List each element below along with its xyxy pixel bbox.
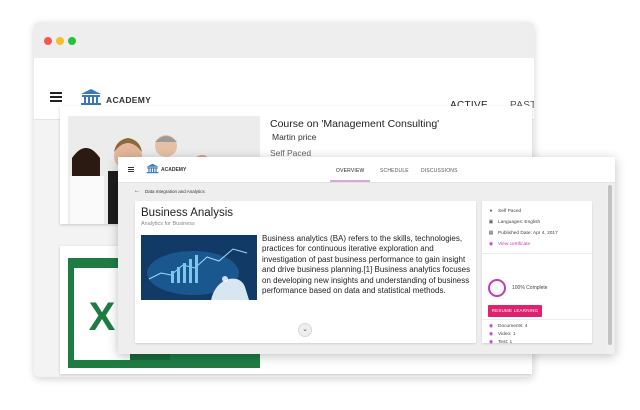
app-name: ACADEMY [161,167,187,173]
certificate-icon: ◉ [488,241,494,247]
test-icon: ◉ [488,339,494,345]
video-icon: ◉ [488,331,494,337]
window-titlebar [34,22,534,58]
divider [482,319,592,320]
minimize-window-button[interactable] [56,37,64,45]
app-name: ACADEMY [106,95,152,105]
maximize-window-button[interactable] [68,37,76,45]
stat-test: ◉ Test: 1 [488,339,513,345]
course-page-body: ← Data Integration and Analytics Busines… [118,183,615,354]
course-author: Martin price [272,132,317,142]
progress-label: 100% Complete [512,285,548,291]
back-arrow-icon[interactable]: ← [134,188,140,194]
close-window-button[interactable] [44,37,52,45]
course-subtitle: Analytics for Business [141,221,195,227]
course-info-sidebar: ● Self Paced ▣ Languages: English ▦ Publish… [482,201,592,345]
progress-ring [488,279,506,297]
academy-logo-icon [146,163,159,174]
resume-learning-button[interactable]: RESUME LEARNING [488,305,542,317]
menu-icon[interactable] [128,167,134,172]
business-analytics-image [141,235,257,300]
tab-overview[interactable]: OVERVIEW [336,168,364,174]
course-description: Business analytics (BA) refers to the sk… [262,234,471,296]
stat-documents: ◉ Documents: 4 [488,323,528,329]
academy-logo-icon [81,89,101,105]
tab-discussions[interactable]: DISCUSSIONS [421,168,458,174]
expand-chevron-button[interactable]: ⌄ [298,323,312,337]
language-icon: ▣ [488,219,494,225]
view-certificate-link[interactable]: ◉ View certificate [488,241,530,247]
active-tab-indicator [330,180,370,182]
divider [482,253,592,254]
scrollbar-thumb[interactable] [608,185,612,345]
menu-icon[interactable] [50,92,62,102]
course-overview-panel: Business Analysis Analytics for Business… [135,201,476,343]
stat-video: ◉ Video: 1 [488,331,516,337]
calendar-icon: ▦ [488,230,494,236]
document-icon: ◉ [488,323,494,329]
course-title[interactable]: Course on 'Management Consulting' [270,118,439,130]
course-title: Business Analysis [141,207,234,219]
detail-self-paced: ● Self Paced [489,208,522,214]
course-app-header: ACADEMY OVERVIEW SCHEDULE DISCUSSIONS [118,157,615,183]
front-window: ACADEMY OVERVIEW SCHEDULE DISCUSSIONS ← … [118,157,615,354]
detail-published-date: ▦ Published Date: Apr 4, 2017 [488,230,558,236]
person-icon: ● [489,208,493,214]
detail-languages: ▣ Languages: English [488,219,541,225]
tab-schedule[interactable]: SCHEDULE [380,168,409,174]
excel-logo-letter: X [89,295,116,339]
breadcrumb[interactable]: Data Integration and Analytics [145,189,205,194]
